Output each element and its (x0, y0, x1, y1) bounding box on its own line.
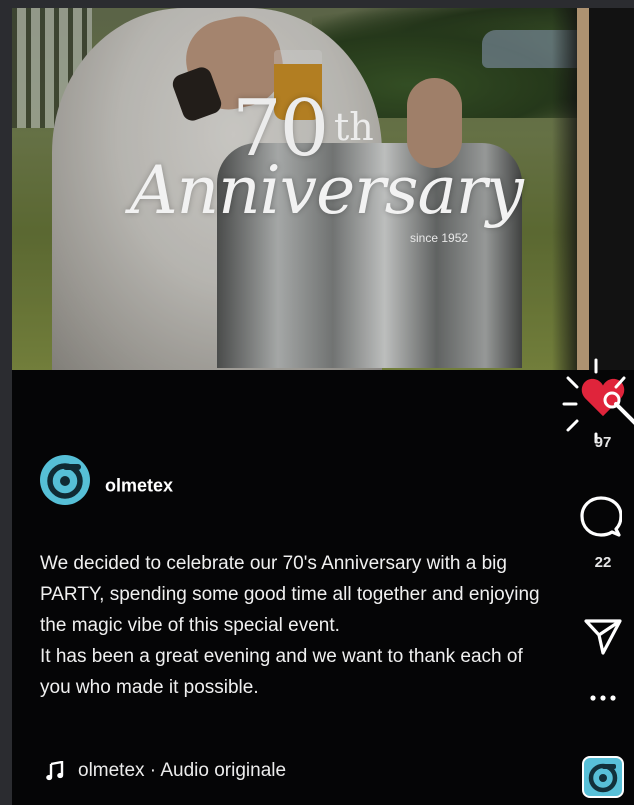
avatar[interactable] (40, 455, 90, 505)
more-options-icon[interactable] (586, 692, 620, 704)
caption: We decided to celebrate our 70's Anniver… (40, 548, 555, 703)
olmetex-logo-icon (47, 463, 83, 499)
olmetex-logo-icon (588, 763, 618, 793)
caption-paragraph: It has been a great evening and we want … (40, 646, 523, 698)
username[interactable]: olmetex (105, 476, 173, 497)
comment-count: 22 (594, 554, 612, 571)
music-note-icon (46, 761, 64, 781)
video-frame[interactable]: 70 th Anniversary since 1952 (12, 8, 634, 370)
like-count: 97 (594, 434, 612, 451)
overlay-since: since 1952 (410, 231, 469, 245)
audio-label: olmetex · Audio originale (78, 760, 287, 781)
overlay-suffix: th (334, 105, 374, 149)
share-icon[interactable] (583, 616, 623, 656)
overlay-title: Anniversary (130, 152, 524, 229)
audio-thumbnail[interactable] (582, 756, 624, 798)
caption-paragraph: We decided to celebrate our 70's Anniver… (40, 553, 540, 636)
reel-viewer: 70 th Anniversary since 1952 97 22 olmet… (12, 8, 634, 805)
heart-icon[interactable] (580, 376, 626, 418)
comment-icon[interactable] (580, 496, 622, 538)
audio-link[interactable]: olmetex · Audio originale (46, 760, 286, 782)
